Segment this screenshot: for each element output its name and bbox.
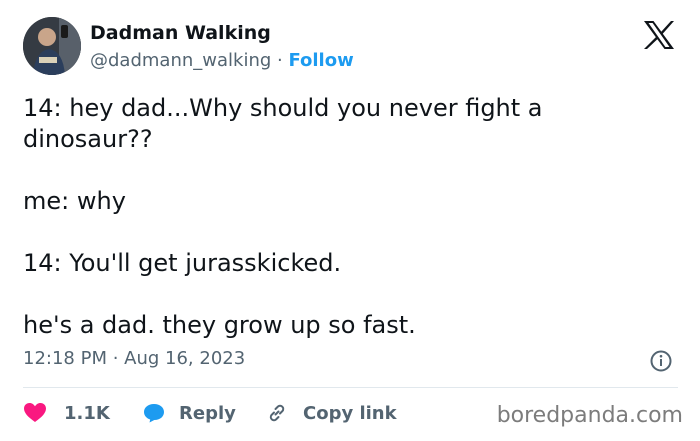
divider — [23, 387, 678, 388]
display-name[interactable]: Dadman Walking — [90, 22, 271, 44]
info-icon[interactable] — [650, 350, 672, 372]
tweet-paragraph: he's a dad. they grow up so fast. — [23, 311, 416, 339]
handle-row: @dadmann_walking · Follow — [90, 50, 354, 71]
like-count: 1.1K — [64, 402, 110, 424]
heart-icon — [24, 403, 46, 423]
tweet-paragraph: 14: You'll get jurasskicked. — [23, 249, 342, 277]
watermark: boredpanda.com — [496, 403, 683, 428]
tweet-paragraph: 14: hey dad...Why should you never fight… — [23, 94, 543, 153]
like-button[interactable]: 1.1K — [24, 401, 110, 425]
link-icon — [265, 401, 289, 425]
avatar[interactable] — [23, 17, 81, 75]
timestamp[interactable]: 12:18 PM · Aug 16, 2023 — [23, 348, 245, 369]
handle[interactable]: @dadmann_walking — [90, 50, 271, 71]
chat-bubble-icon — [143, 403, 165, 423]
handle-separator: · — [271, 50, 289, 71]
tweet-paragraph: me: why — [23, 187, 126, 215]
copy-link-button[interactable]: Copy link — [265, 401, 397, 425]
reply-button[interactable]: Reply — [143, 401, 236, 425]
tweet-text: 14: hey dad...Why should you never fight… — [23, 93, 673, 341]
reply-label: Reply — [179, 402, 236, 424]
copy-link-label: Copy link — [303, 402, 397, 424]
x-logo-icon[interactable] — [643, 20, 675, 50]
follow-button[interactable]: Follow — [288, 50, 353, 71]
